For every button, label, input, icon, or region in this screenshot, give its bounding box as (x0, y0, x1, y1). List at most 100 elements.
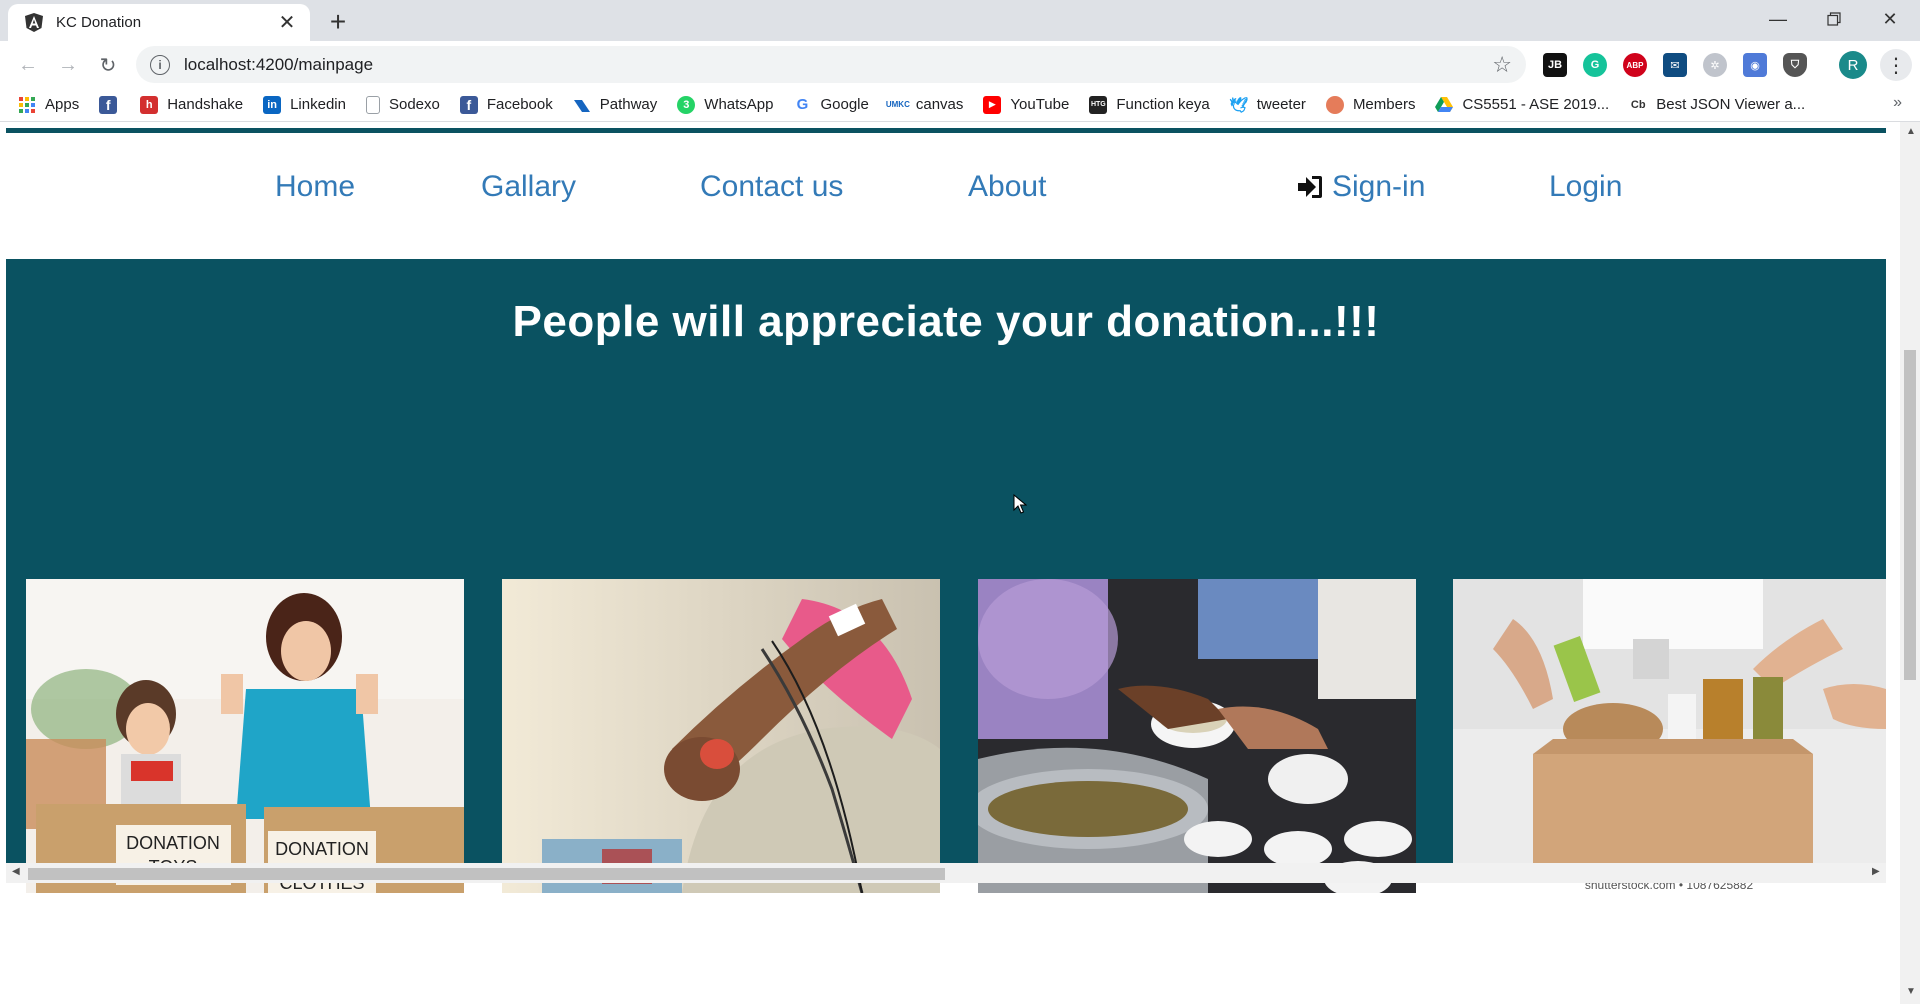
bookmark-item[interactable]: Cb Best JSON Viewer a... (1629, 96, 1805, 114)
browser-menu-icon[interactable]: ⋮ (1880, 49, 1912, 81)
forward-arrow-icon[interactable]: → (52, 49, 84, 81)
profile-avatar[interactable]: R (1839, 51, 1867, 79)
box-label-donation-toys: DONATION (126, 833, 220, 853)
bookmark-label: Function keya (1116, 96, 1210, 113)
vertical-scroll-thumb[interactable] (1904, 350, 1916, 680)
facebook-icon: f (459, 95, 478, 114)
tab-title: KC Donation (56, 14, 142, 31)
tab-close-icon[interactable]: ✕ (276, 12, 298, 34)
bookmark-label: WhatsApp (704, 96, 774, 113)
scroll-left-arrow-icon[interactable]: ◀ (12, 866, 20, 877)
twitter-icon: 🕊 (1229, 96, 1249, 114)
bookmark-label: Facebook (486, 96, 553, 113)
bookmark-label: Pathway (599, 96, 658, 113)
bookmark-item[interactable]: 3 WhatsApp (677, 95, 774, 114)
document-icon (365, 95, 380, 114)
bookmark-label: canvas (915, 96, 964, 113)
bookmark-item[interactable]: G Google (793, 95, 869, 114)
bookmark-label: Google (820, 96, 869, 113)
bookmark-item[interactable]: Pathway (573, 96, 658, 114)
settings-extension-icon[interactable]: ✲ (1703, 53, 1727, 77)
bookmark-label: Members (1352, 96, 1416, 113)
bookmark-label: Linkedin (290, 96, 346, 113)
back-arrow-icon[interactable]: ← (12, 49, 44, 81)
bookmark-item[interactable]: Members (1325, 95, 1416, 114)
bookmark-item[interactable]: UMKC canvas (885, 96, 964, 114)
bookmark-item[interactable]: f Facebook (459, 95, 553, 114)
bookmark-item[interactable]: f (99, 95, 126, 114)
site-info-icon[interactable]: i (150, 54, 170, 75)
shield-extension-icon[interactable]: ⛉ (1783, 53, 1807, 77)
scroll-up-arrow-icon[interactable]: ▲ (1906, 126, 1916, 137)
bookmark-label: Sodexo (388, 96, 440, 113)
bookmark-item[interactable]: ▶ YouTube (983, 95, 1070, 114)
bookmark-item[interactable]: CS5551 - ASE 2019... (1435, 96, 1609, 114)
screenshot-extension-icon[interactable]: ◉ (1743, 53, 1767, 77)
bookmark-item[interactable]: HTG Function keya (1089, 95, 1210, 114)
nav-contact-link[interactable]: Contact us (700, 170, 843, 204)
adblock-plus-extension-icon[interactable]: ABP (1623, 53, 1647, 77)
bookmark-item[interactable]: 🕊 tweeter (1229, 96, 1306, 114)
umkc-icon: UMKC (885, 100, 910, 109)
facebook-icon: f (99, 95, 118, 114)
nav-home-link[interactable]: Home (275, 170, 355, 204)
donation-toys-clothes-photo: DONATION TOYS DONATION CLOTHES (26, 579, 464, 893)
more-bookmarks-icon[interactable]: » (1893, 94, 1902, 112)
horizontal-scroll-thumb[interactable] (28, 868, 945, 880)
bookmark-label: Apps (45, 96, 80, 113)
apps-grid-icon (18, 96, 36, 114)
mail-extension-icon[interactable]: ✉ (1663, 53, 1687, 77)
mouse-cursor-icon (1013, 494, 1027, 514)
top-divider (6, 128, 1886, 133)
browser-tab[interactable]: KC Donation ✕ (8, 4, 310, 41)
grammarly-extension-icon[interactable]: G (1583, 53, 1607, 77)
vertical-scrollbar[interactable]: ▲ ▼ (1900, 122, 1920, 1004)
sign-in-icon (1296, 174, 1324, 200)
bookmark-item[interactable]: h Handshake (140, 95, 244, 114)
blood-donation-photo (502, 579, 940, 893)
google-drive-icon (1435, 96, 1454, 114)
scroll-down-arrow-icon[interactable]: ▼ (1906, 986, 1916, 997)
members-icon (1325, 95, 1344, 114)
food-box-donation-photo: shutterstock.com • 1087625882 (1453, 579, 1886, 893)
handshake-icon: h (140, 95, 159, 114)
browser-tab-strip: KC Donation ✕ + — ✕ (0, 0, 1920, 41)
banner-title: People will appreciate your donation...!… (512, 297, 1380, 346)
bookmarks-bar: Apps f h Handshake in Linkedin Sodexo f Facebook… (0, 88, 1920, 122)
bookmark-star-icon[interactable]: ☆ (1492, 52, 1512, 78)
page-viewport: Home Gallary Contact us About Sign-in Lo… (0, 122, 1920, 1004)
linkedin-icon: in (263, 95, 282, 114)
new-tab-icon[interactable]: + (322, 6, 354, 38)
nav-signin-label: Sign-in (1332, 170, 1426, 203)
restore-window-icon[interactable] (1806, 0, 1862, 38)
bookmark-label: YouTube (1010, 96, 1070, 113)
nav-about-link[interactable]: About (968, 170, 1046, 204)
address-bar[interactable]: i localhost:4200/mainpage ☆ (136, 46, 1526, 83)
scroll-right-arrow-icon[interactable]: ▶ (1872, 866, 1880, 877)
nav-signin-link[interactable]: Sign-in (1296, 170, 1425, 204)
cb-icon: Cb (1630, 98, 1646, 111)
nav-gallery-link[interactable]: Gallary (481, 170, 576, 204)
youtube-icon: ▶ (983, 95, 1002, 114)
whatsapp-icon: 3 (677, 95, 696, 114)
bookmark-item[interactable]: Apps (18, 96, 79, 114)
minimize-window-icon[interactable]: — (1750, 0, 1806, 38)
google-icon: G (793, 95, 812, 114)
browser-toolbar: ← → ↻ i localhost:4200/mainpage ☆ JB G A… (0, 41, 1920, 88)
bookmark-item[interactable]: in Linkedin (263, 95, 346, 114)
jetbrains-extension-icon[interactable]: JB (1543, 53, 1567, 77)
bookmark-item[interactable]: Sodexo (365, 95, 440, 114)
nav-login-link[interactable]: Login (1549, 170, 1622, 204)
angular-favicon-icon (24, 13, 44, 33)
bookmark-label: Best JSON Viewer a... (1656, 96, 1806, 113)
site-navbar: Home Gallary Contact us About Sign-in Lo… (0, 162, 1900, 218)
bookmark-label: tweeter (1256, 96, 1306, 113)
box-label-donation-clothes: DONATION (275, 839, 369, 859)
address-bar-url: localhost:4200/mainpage (184, 54, 374, 74)
htg-icon: HTG (1089, 95, 1108, 114)
horizontal-scrollbar[interactable]: ◀ ▶ (6, 863, 1886, 883)
reload-icon[interactable]: ↻ (92, 49, 124, 81)
close-window-icon[interactable]: ✕ (1862, 0, 1918, 38)
pathway-icon (573, 96, 591, 114)
bookmark-label: Handshake (167, 96, 244, 113)
